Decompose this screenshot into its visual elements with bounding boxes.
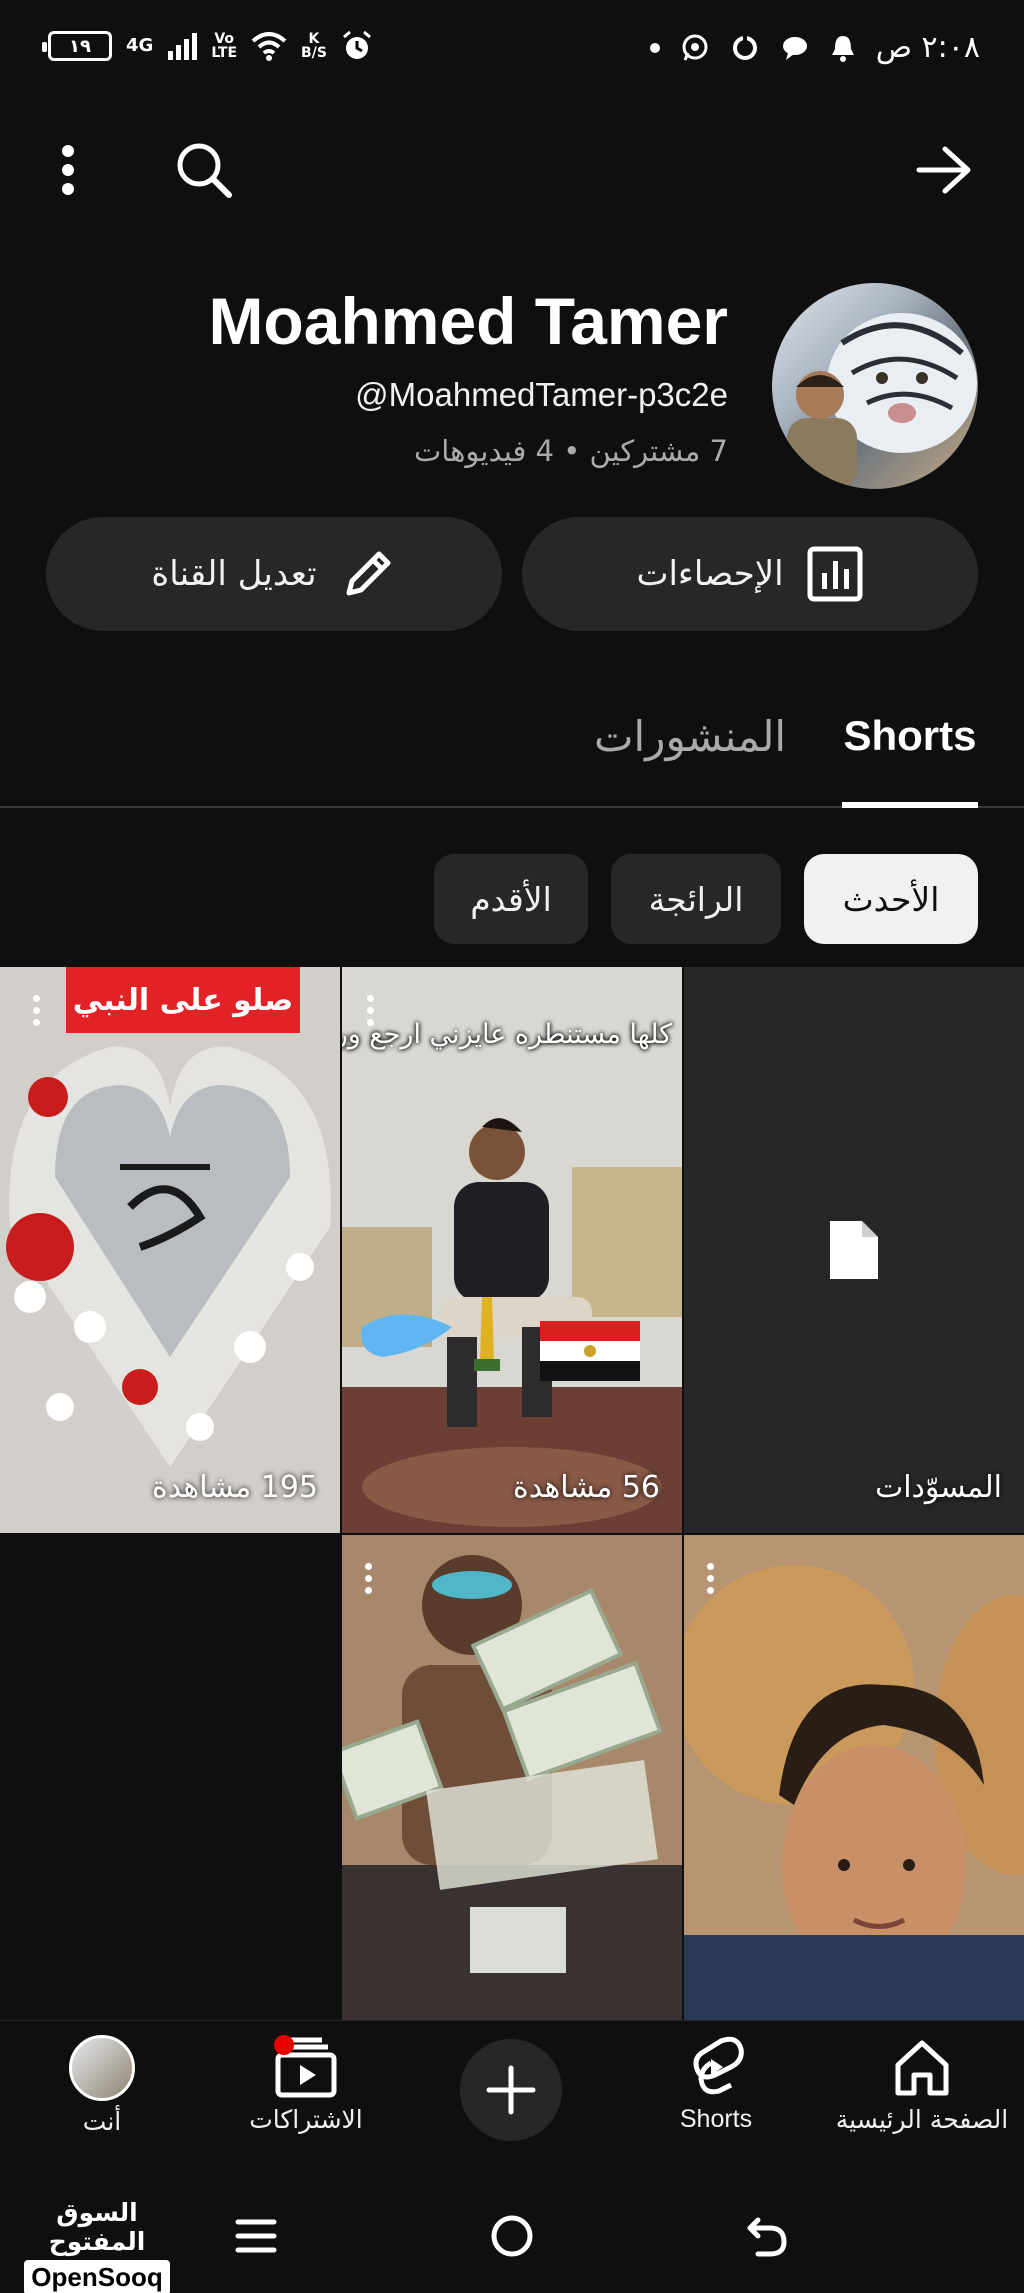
system-back-button[interactable]	[744, 2214, 790, 2264]
speed-indicator: K B/S	[301, 32, 327, 60]
nav-shorts[interactable]: Shorts	[626, 2035, 806, 2155]
drafts-tile[interactable]: المسوّدات	[684, 967, 1024, 1533]
chip-oldest[interactable]: الأقدم	[434, 854, 588, 944]
chip-latest[interactable]: الأحدث	[804, 854, 978, 944]
back-button[interactable]	[912, 138, 976, 202]
empty-grid-cell	[0, 1535, 340, 2020]
search-button[interactable]	[172, 138, 236, 202]
analytics-icon	[807, 546, 863, 602]
watermark-arabic: السوق المفتوح	[48, 2198, 146, 2256]
arrow-right-icon	[916, 146, 971, 194]
battery-indicator: ١٩	[42, 31, 112, 61]
network-type: 4G	[126, 35, 154, 56]
chip-popular[interactable]: الرائجة	[611, 854, 781, 944]
channel-avatar-image	[787, 313, 977, 489]
analytics-button[interactable]: الإحصاءات	[522, 517, 978, 631]
recent-apps-button[interactable]	[234, 2216, 278, 2260]
tab-posts[interactable]: المنشورات	[590, 712, 790, 808]
short-thumbnail-4	[684, 1535, 1024, 2020]
alarm-icon	[342, 30, 371, 59]
nav-you[interactable]: أنت	[12, 2035, 192, 2155]
speed-top: K	[308, 31, 320, 47]
top-app-bar	[0, 120, 1024, 220]
circle-home-icon	[491, 2215, 533, 2257]
channel-tabs: Shorts المنشورات	[0, 700, 1024, 808]
signal-icon	[168, 33, 198, 60]
bottom-navigation: الصفحة الرئيسية Shorts الاشتراكات أنت	[0, 2020, 1024, 2180]
volte-indicator: Vo LTE	[211, 32, 237, 60]
short-2-caption: كلها مستنطره عايزني ارجع وراه	[342, 1019, 672, 1050]
volte-bottom: LTE	[211, 45, 238, 61]
short-tile-4[interactable]	[684, 1535, 1024, 2020]
draft-document-icon	[830, 1221, 878, 1279]
nav-shorts-label: Shorts	[679, 2105, 753, 2133]
volte-top: Vo	[214, 31, 235, 47]
channel-handle: @MoahmedTamer-p3c2e	[355, 376, 728, 413]
drafts-label: المسوّدات	[874, 1470, 1002, 1505]
sync-icon	[732, 34, 757, 60]
clock: ٢:٠٨ ص	[875, 30, 980, 65]
battery-level: ١٩	[69, 35, 91, 57]
create-button[interactable]	[460, 2039, 562, 2141]
plus-icon	[486, 2065, 536, 2115]
pencil-icon	[346, 551, 391, 596]
status-left-indicators: ١٩ 4G Vo LTE K B/S	[42, 30, 373, 62]
short-4-more-button[interactable]	[700, 1563, 720, 1599]
short-tile-2[interactable]: كلها مستنطره عايزني ارجع وراه 56 مشاهدة	[342, 967, 682, 1533]
tab-shorts[interactable]: Shorts	[842, 712, 978, 808]
edit-channel-button[interactable]: تعديل القناة	[46, 517, 502, 631]
analytics-label: الإحصاءات	[636, 554, 784, 594]
edit-channel-label: تعديل القناة	[151, 554, 317, 594]
nav-subscriptions[interactable]: الاشتراكات	[216, 2035, 396, 2155]
undo-back-icon	[747, 2217, 787, 2257]
nav-home[interactable]: الصفحة الرئيسية	[832, 2035, 1012, 2155]
active-tab-indicator	[842, 802, 978, 808]
short-3-views: 195 مشاهدة	[151, 1470, 318, 1505]
short-thumbnail-2	[342, 967, 682, 1533]
short-3-banner: صلو على النبي	[66, 967, 300, 1033]
watermark-english: OpenSooq	[24, 2260, 170, 2293]
opensooq-watermark: السوق المفتوح OpenSooq	[24, 2198, 170, 2293]
nav-home-label: الصفحة الرئيسية	[835, 2105, 1009, 2134]
more-vert-icon	[62, 145, 74, 195]
nav-you-label: أنت	[82, 2107, 122, 2136]
bell-icon	[831, 35, 854, 62]
more-options-button[interactable]	[36, 138, 100, 202]
messages-icon	[782, 36, 807, 60]
status-right-indicators: ٢:٠٨ ص	[649, 30, 980, 65]
subscriptions-icon	[274, 2035, 337, 2098]
search-icon	[177, 143, 232, 198]
recents-icon	[235, 2219, 277, 2253]
short-thumbnail-3	[0, 967, 340, 1533]
whatsapp-icon	[682, 34, 708, 61]
you-avatar	[69, 2035, 135, 2101]
status-bar: ١٩ 4G Vo LTE K B/S ٢:٠٨ ص	[0, 0, 1024, 100]
notification-dot-icon	[649, 42, 660, 53]
shorts-icon	[693, 2036, 744, 2095]
short-5-more-button[interactable]	[358, 1563, 378, 1599]
home-system-button[interactable]	[490, 2214, 534, 2262]
home-icon	[895, 2040, 949, 2096]
nav-subscriptions-label: الاشتراكات	[249, 2105, 363, 2134]
short-2-views: 56 مشاهدة	[513, 1470, 660, 1505]
system-navigation-bar: السوق المفتوح OpenSooq	[0, 2180, 1024, 2293]
wifi-icon	[251, 32, 287, 61]
channel-stats: 7 مشتركين • 4 فيديوهات	[413, 434, 728, 468]
speed-bottom: B/S	[301, 45, 327, 61]
short-tile-5[interactable]	[342, 1535, 682, 2020]
channel-name: Moahmed Tamer	[208, 284, 728, 358]
short-tile-3[interactable]: صلو على النبي 195 مشاهدة	[0, 967, 340, 1533]
short-3-more-button[interactable]	[26, 995, 46, 1031]
short-thumbnail-5	[342, 1535, 682, 2020]
channel-avatar[interactable]	[772, 283, 978, 489]
